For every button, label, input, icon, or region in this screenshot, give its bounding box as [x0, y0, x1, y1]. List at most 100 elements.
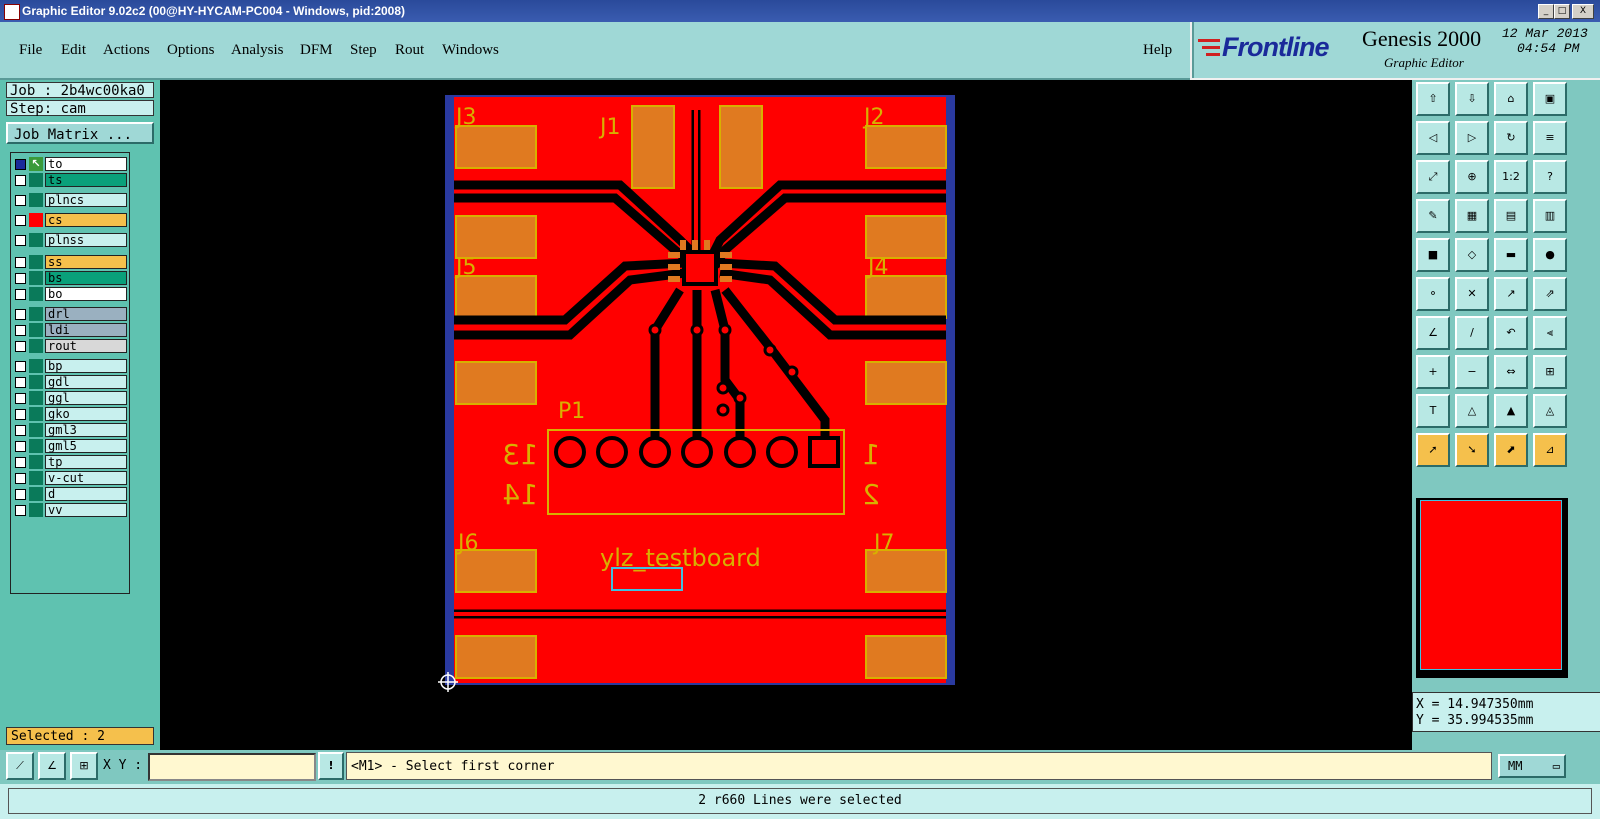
copy-icon[interactable]: ⇗ [1533, 277, 1567, 311]
layer-name[interactable]: gko [45, 407, 127, 421]
layer-name[interactable]: v-cut [45, 471, 127, 485]
cross-icon[interactable]: ✕ [1455, 277, 1489, 311]
arc-icon[interactable]: / [1455, 316, 1489, 350]
select-icon[interactable]: ➚ [1416, 433, 1450, 467]
select-inside-icon[interactable]: ⬈ [1494, 433, 1528, 467]
layer-row-ts[interactable]: ts [11, 173, 129, 187]
dot-icon[interactable]: ● [1533, 238, 1567, 272]
layer-row-plncs[interactable]: plncs [11, 193, 129, 207]
layers-icon[interactable]: ▤ [1494, 199, 1528, 233]
layer-name[interactable]: bo [45, 287, 127, 301]
layer-row-ss[interactable]: ss [11, 255, 129, 269]
close-button[interactable]: X [1572, 4, 1594, 19]
redraw-icon[interactable]: ↻ [1494, 121, 1528, 155]
layer-name[interactable]: gdl [45, 375, 127, 389]
menu-options[interactable]: Options [167, 42, 215, 59]
job-matrix-button[interactable]: Job Matrix ... [6, 122, 154, 144]
layer-row-d[interactable]: d [11, 487, 129, 501]
layer-name[interactable]: bp [45, 359, 127, 373]
layer-checkbox[interactable] [15, 505, 26, 516]
triangle-icon[interactable]: △ [1455, 394, 1489, 428]
layer-checkbox[interactable] [15, 457, 26, 468]
window-icon[interactable]: ▣ [1533, 82, 1567, 116]
ruler-icon[interactable]: ▬ [1494, 238, 1528, 272]
layer-name[interactable]: drl [45, 307, 127, 321]
layer-checkbox[interactable] [15, 309, 26, 320]
layer-row-bp[interactable]: bp [11, 359, 129, 373]
layer-checkbox[interactable] [15, 159, 26, 170]
layer-checkbox[interactable] [15, 325, 26, 336]
scale-1-2-icon[interactable]: 1:2 [1494, 160, 1528, 194]
center-icon[interactable]: ⊕ [1455, 160, 1489, 194]
layer-checkbox[interactable] [15, 289, 26, 300]
layer-checkbox[interactable] [15, 409, 26, 420]
layer-checkbox[interactable] [15, 441, 26, 452]
pad-icon[interactable]: ■ [1416, 238, 1450, 272]
layer-checkbox[interactable] [15, 377, 26, 388]
move-icon[interactable]: ↗ [1494, 277, 1528, 311]
zoom-in-icon[interactable]: ⇧ [1416, 82, 1450, 116]
draw-icon[interactable]: ◇ [1455, 238, 1489, 272]
break-icon[interactable]: − [1455, 355, 1489, 389]
home-icon[interactable]: ⌂ [1494, 82, 1528, 116]
layer-row-vv[interactable]: vv [11, 503, 129, 517]
layer-checkbox[interactable] [15, 257, 26, 268]
measure-icon[interactable]: ✎ [1416, 199, 1450, 233]
units-dropdown[interactable]: MM ▭ [1498, 754, 1566, 778]
layer-name[interactable]: rout [45, 339, 127, 353]
xy-input[interactable] [148, 753, 316, 781]
snap-icon[interactable]: ⟋ [6, 752, 34, 780]
layer-row-gml5[interactable]: gml5 [11, 439, 129, 453]
layer-checkbox[interactable] [15, 235, 26, 246]
grid-icon[interactable]: ▦ [1455, 199, 1489, 233]
layer-row-gml3[interactable]: gml3 [11, 423, 129, 437]
mirror-icon[interactable]: ⫷ [1533, 316, 1567, 350]
array-icon[interactable]: ⊞ [1533, 355, 1567, 389]
layer-checkbox[interactable] [15, 273, 26, 284]
layer-name[interactable]: plncs [45, 193, 127, 207]
layer-name[interactable]: to [45, 157, 127, 171]
pan-right-icon[interactable]: ▷ [1455, 121, 1489, 155]
layer-name[interactable]: ts [45, 173, 127, 187]
menu-file[interactable]: File [19, 42, 42, 59]
layer-checkbox[interactable] [15, 489, 26, 500]
layer-row-bo[interactable]: bo [11, 287, 129, 301]
layer-checkbox[interactable] [15, 425, 26, 436]
shape-icon[interactable]: ◬ [1533, 394, 1567, 428]
layer-row-bs[interactable]: bs [11, 271, 129, 285]
layer-checkbox[interactable] [15, 341, 26, 352]
minimize-button[interactable]: _ [1538, 4, 1554, 19]
select-path-icon[interactable]: ⊿ [1533, 433, 1567, 467]
menu-dfm[interactable]: DFM [300, 42, 333, 59]
angle-icon[interactable]: ∠ [38, 752, 66, 780]
select-area-icon[interactable]: ➘ [1455, 433, 1489, 467]
layer-name[interactable]: ss [45, 255, 127, 269]
graphic-canvas[interactable]: J3 J1 J2 J5 J4 J6 J7 P1 ylz_testboard 13… [160, 80, 1412, 750]
layer-name[interactable]: ggl [45, 391, 127, 405]
fit-icon[interactable]: ⤢ [1416, 160, 1450, 194]
layer-name[interactable]: gml3 [45, 423, 127, 437]
grid-snap-icon[interactable]: ⊞ [70, 752, 98, 780]
layer-name[interactable]: plnss [45, 233, 127, 247]
text-icon[interactable]: T [1416, 394, 1450, 428]
layer-name[interactable]: bs [45, 271, 127, 285]
layer-row-cs[interactable]: cs [11, 213, 129, 227]
pan-left-icon[interactable]: ◁ [1416, 121, 1450, 155]
layer-name[interactable]: gml5 [45, 439, 127, 453]
rotate-icon[interactable]: ↶ [1494, 316, 1528, 350]
zoom-out-icon[interactable]: ⇩ [1455, 82, 1489, 116]
connect-icon[interactable]: ⚬ [1416, 277, 1450, 311]
layer-name[interactable]: ldi [45, 323, 127, 337]
menu-edit[interactable]: Edit [61, 42, 86, 59]
layer-row-gdl[interactable]: gdl [11, 375, 129, 389]
layer-name[interactable]: vv [45, 503, 127, 517]
layer-row-rout[interactable]: rout [11, 339, 129, 353]
menu-step[interactable]: Step [350, 42, 377, 59]
layer-checkbox[interactable] [15, 361, 26, 372]
add-icon[interactable]: + [1416, 355, 1450, 389]
menu-windows[interactable]: Windows [442, 42, 499, 59]
layer-name[interactable]: cs [45, 213, 127, 227]
layer-row-tp[interactable]: tp [11, 455, 129, 469]
alert-icon[interactable]: ! [318, 752, 344, 780]
layers-alt-icon[interactable]: ▥ [1533, 199, 1567, 233]
